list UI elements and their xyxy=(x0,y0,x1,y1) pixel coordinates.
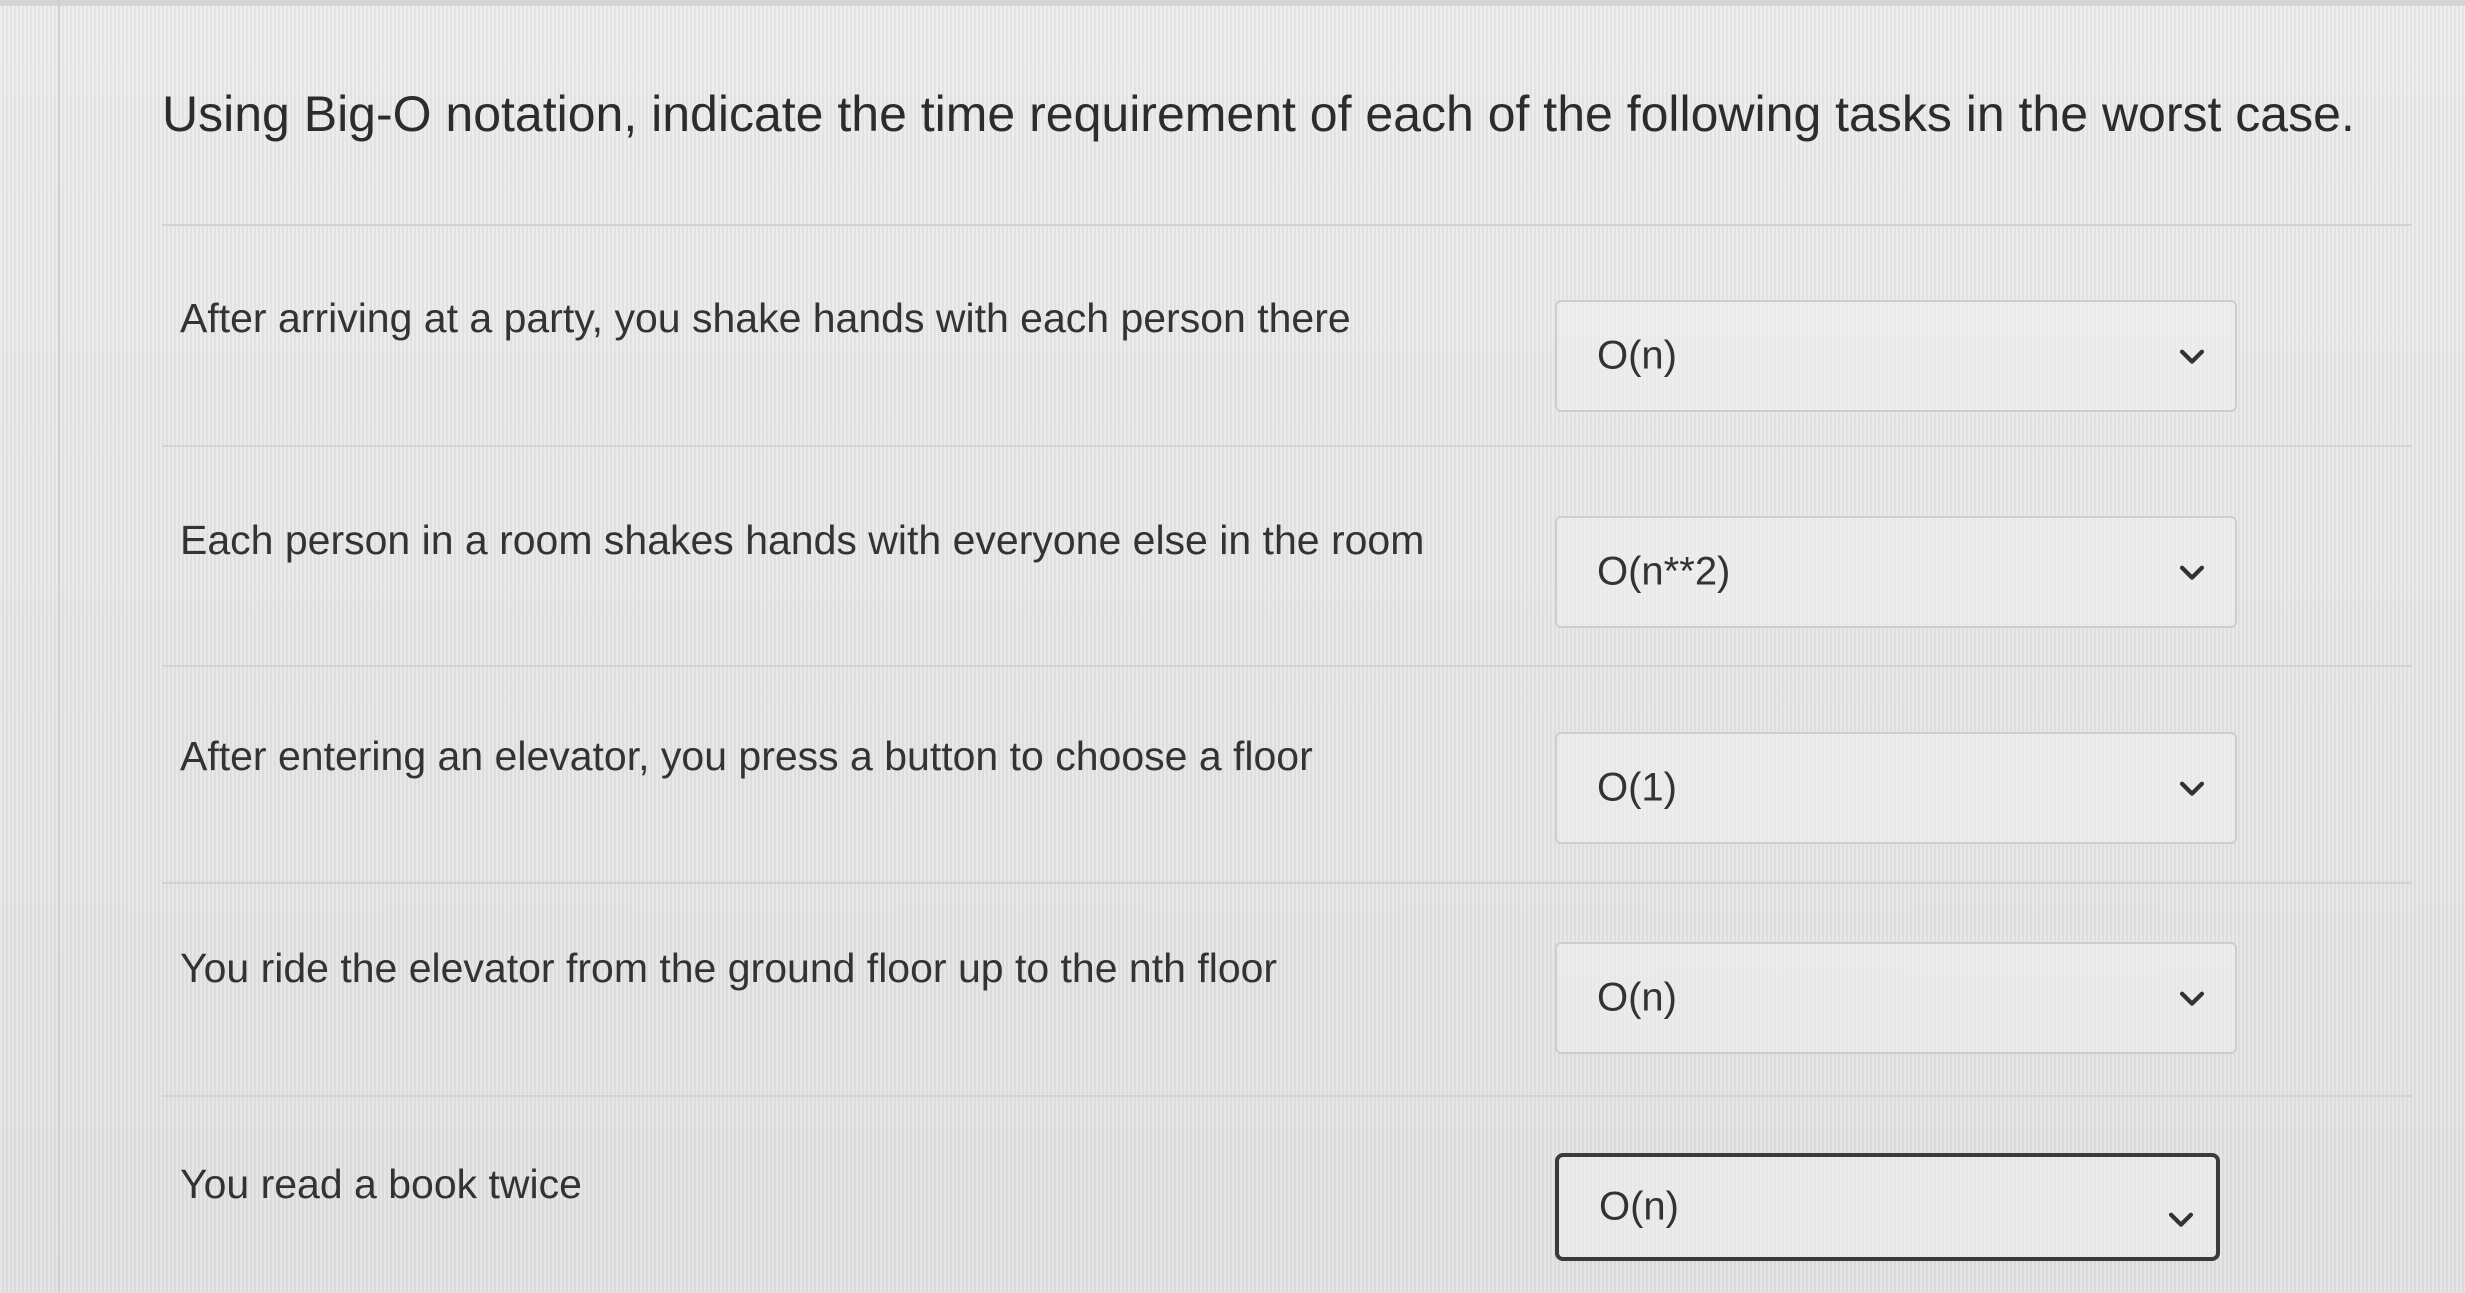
chevron-down-icon xyxy=(2179,565,2205,580)
chevron-down-icon xyxy=(2179,991,2205,1006)
chevron-down-icon xyxy=(2179,349,2205,364)
complexity-select-4[interactable]: O(n) xyxy=(1555,942,2237,1054)
task-label-party-handshake: After arriving at a party, you shake han… xyxy=(180,295,1351,341)
select-value: O(n**2) xyxy=(1597,549,1731,594)
divider xyxy=(162,445,2412,447)
top-edge xyxy=(0,0,2465,6)
divider xyxy=(162,1095,2412,1097)
complexity-select-1[interactable]: O(n) xyxy=(1555,300,2237,412)
complexity-select-3[interactable]: O(1) xyxy=(1555,732,2237,844)
select-value: O(n) xyxy=(1599,1184,1679,1229)
select-value: O(1) xyxy=(1597,765,1677,810)
divider xyxy=(162,665,2412,667)
task-label-elevator-ride: You ride the elevator from the ground fl… xyxy=(180,945,1278,991)
task-label-elevator-button: After entering an elevator, you press a … xyxy=(180,733,1313,779)
divider xyxy=(162,882,2412,884)
page-background xyxy=(0,0,2465,1293)
chevron-down-icon xyxy=(2179,781,2205,796)
complexity-select-5[interactable]: O(n) xyxy=(1555,1153,2220,1261)
task-label-room-handshake: Each person in a room shakes hands with … xyxy=(180,517,1425,563)
complexity-select-2[interactable]: O(n**2) xyxy=(1555,516,2237,628)
task-label-read-book: You read a book twice xyxy=(180,1161,582,1207)
question-text: Using Big-O notation, indicate the time … xyxy=(162,86,2355,142)
select-value: O(n) xyxy=(1597,975,1677,1020)
panel-edge xyxy=(58,0,60,1293)
chevron-down-icon xyxy=(2168,1212,2194,1227)
divider xyxy=(162,224,2412,226)
select-value: O(n) xyxy=(1597,333,1677,378)
